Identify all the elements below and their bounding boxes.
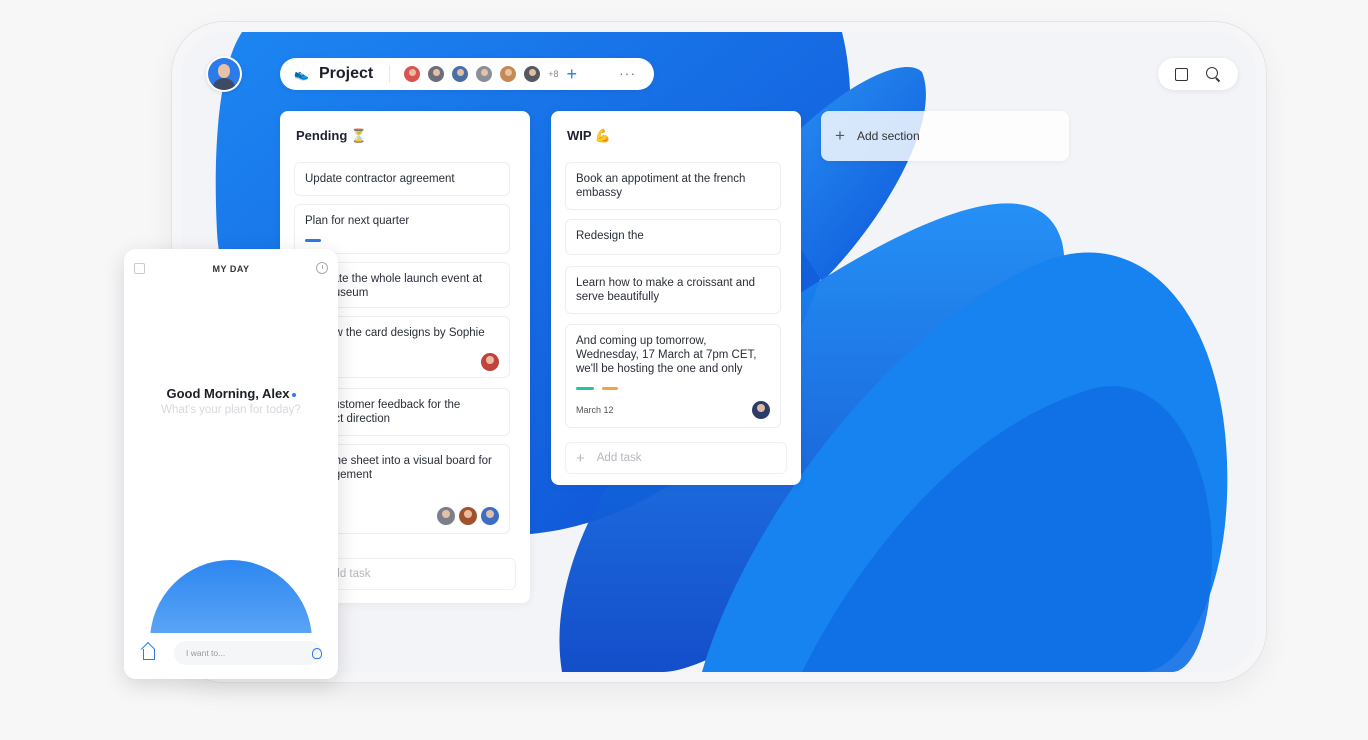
more-options-icon[interactable]: ··· [619,66,636,80]
search-icon[interactable] [1205,66,1221,82]
user-avatar[interactable] [206,56,242,92]
task-text: And coming up tomorrow, Wednesday, 17 Ma… [576,335,757,375]
task-text: Plan for next quarter [305,215,410,227]
member-avatar[interactable] [522,64,543,84]
column-wip: WIP 💪 Book an appotiment at the french e… [551,111,801,485]
assignee-avatar[interactable] [481,507,499,525]
subgreeting: What's your plan for today? [161,404,301,416]
member-avatar[interactable] [474,64,495,84]
greeting: Good Morning, Alex [124,386,338,401]
greeting-text: Good Morning, Alex [166,386,290,401]
task-card[interactable]: Learn how to make a croissant and serve … [565,266,781,314]
task-card[interactable]: Plan for next quarter [294,204,510,254]
task-text: Book an appotiment at the french embassy [576,173,746,199]
add-section-label: Add section [856,129,920,143]
member-avatar[interactable] [450,64,471,84]
plus-icon: + [576,449,585,467]
task-text: Redesign the [576,230,644,242]
shoe-icon: 👟 [294,67,309,81]
tag-teal [576,387,594,390]
assignee-avatar[interactable] [752,401,770,419]
column-title[interactable]: Pending ⏳ [296,128,367,144]
task-card[interactable]: Book an appotiment at the french embassy [565,162,781,210]
assignee-avatar[interactable] [481,353,499,371]
bulb-icon[interactable] [312,648,322,659]
member-avatar[interactable] [402,64,423,84]
plan-input[interactable]: I want to... [174,641,322,665]
task-card[interactable]: And coming up tomorrow, Wednesday, 17 Ma… [565,324,781,428]
divider [389,65,391,83]
member-avatar[interactable] [498,64,519,84]
toolbar-right [1158,58,1238,90]
project-header[interactable]: 👟 Project +8 + ··· [280,58,654,90]
home-icon[interactable] [143,649,155,660]
phone-title: MY DAY [212,264,250,274]
task-date: March 12 [576,405,614,415]
task-card[interactable]: Update contractor agreement [294,162,510,196]
add-task-label: Add task [596,452,642,464]
project-title[interactable]: Project [319,65,373,83]
add-member-button[interactable]: + [566,65,577,83]
assignee-avatar[interactable] [459,507,477,525]
square-icon[interactable] [1174,67,1188,81]
extra-members-count[interactable]: +8 [548,69,558,79]
greeting-dot [291,392,296,397]
phone-bottom-bar: I want to... [124,633,338,679]
add-task-button[interactable]: + Add task [565,442,787,474]
member-avatars[interactable]: +8 + [402,64,577,84]
avatar-image [208,58,240,90]
task-card[interactable]: Redesign the [565,219,781,255]
member-avatar[interactable] [426,64,447,84]
column-title[interactable]: WIP 💪 [567,128,611,144]
tag-blue [305,239,321,242]
phone-my-day: MY DAY Good Morning, Alex What's your pl… [124,249,338,679]
task-text: Learn how to make a croissant and serve … [576,277,755,303]
add-section-button[interactable]: + Add section [821,111,1069,161]
clock-icon[interactable] [316,262,328,274]
tag-orange [602,387,618,390]
task-text: Update contractor agreement [305,173,455,185]
plus-icon: + [835,126,845,145]
assignee-avatar[interactable] [437,507,455,525]
